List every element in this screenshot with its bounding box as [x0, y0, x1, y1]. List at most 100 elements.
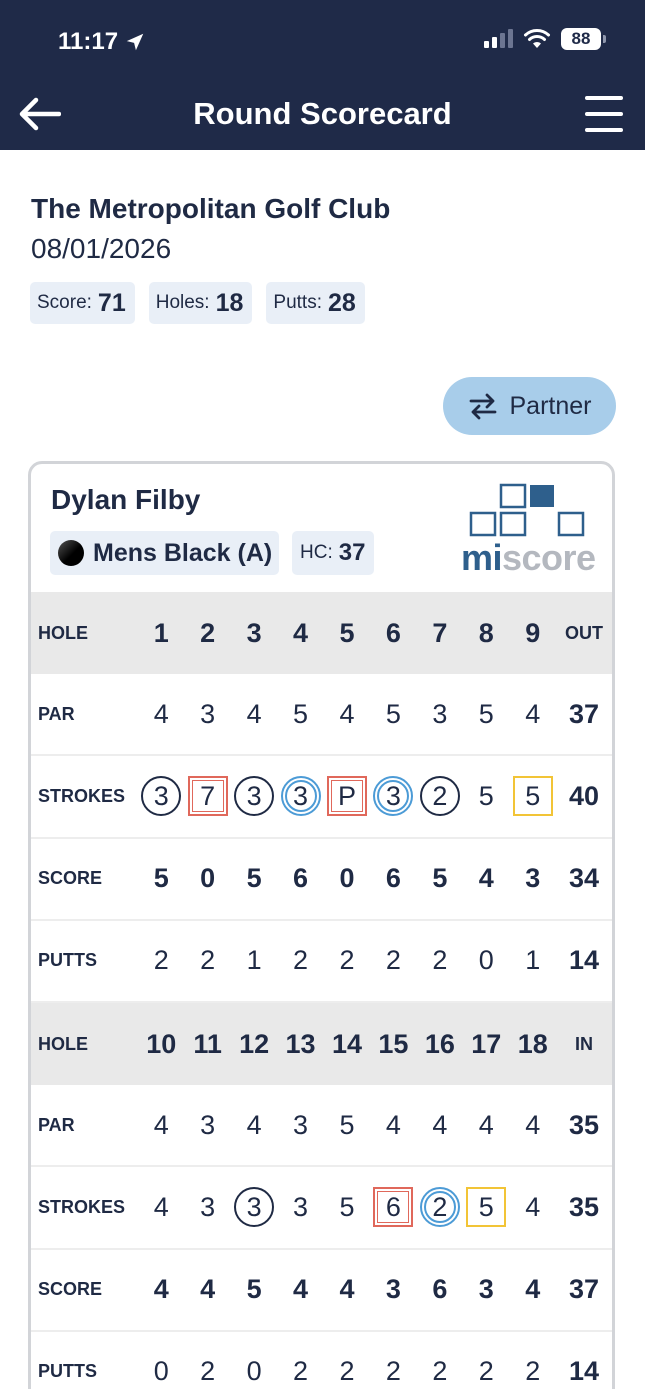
double-bogey-square-mark: 6: [373, 1187, 414, 1228]
par-cell: 4: [385, 1109, 401, 1140]
hole-cells: 020222222: [138, 1348, 556, 1389]
tee-color-icon: [58, 540, 84, 566]
hole-cells: 10 11 12 13 14 15 16 17 18: [138, 1020, 556, 1068]
front-hole-row: HOLE 1 2 3 4 5 6 7 8 9 OUT: [31, 592, 612, 675]
strokes-cell: 5: [339, 1191, 355, 1222]
hole-cells: 445443634: [138, 1266, 556, 1314]
strokes-cell: 3: [200, 1191, 216, 1222]
par-cell: 4: [432, 1109, 448, 1140]
status-time-text: 11:17: [58, 28, 119, 55]
score-chip-label: Score:: [37, 292, 92, 313]
strokes-cell: 4: [153, 1191, 169, 1222]
hole-cell: 5: [339, 617, 355, 648]
par-cell: 4: [153, 1109, 169, 1140]
strokes-cell: 6: [370, 1183, 416, 1231]
scorecard-table: HOLE 1 2 3 4 5 6 7 8 9 OUT PAR 4 3 4 5 4 5 3 5 4 37 STROKES 3 7 3…: [31, 592, 612, 1389]
scorecard-card: Dylan Filby Mens Black (A) HC: 37 miscore…: [28, 461, 615, 1389]
hole-cells: 433356254: [138, 1183, 556, 1231]
club-name: The Metropolitan Golf Club: [31, 193, 391, 224]
hole-cell: 9: [525, 617, 541, 648]
putts-cell: 2: [293, 1356, 309, 1387]
score-cell: 3: [478, 1274, 494, 1305]
miscore-logo-icon: [469, 483, 585, 537]
battery-icon: 88: [561, 28, 606, 50]
hole-cells: 505606543: [138, 855, 556, 903]
hole-cell: 15: [378, 1028, 409, 1059]
handicap-chip: HC: 37: [292, 531, 375, 575]
strokes-total: 40: [568, 780, 600, 811]
putts-cell: 2: [339, 1356, 355, 1387]
logo-text-mi: mi: [461, 537, 503, 578]
score-cell: 4: [478, 863, 494, 894]
front-strokes-row: STROKES 3 7 3 3 P 3 2 5 5 40: [31, 756, 612, 839]
hole-cells: 123456789: [138, 609, 556, 657]
page-title: Round Scorecard: [193, 96, 452, 131]
double-bogey-square-mark: P: [326, 776, 367, 817]
hole-cell: 12: [239, 1028, 270, 1059]
front-score-row: SCORE 5 0 5 6 0 6 5 4 3 34: [31, 839, 612, 921]
row-label: PAR: [38, 703, 75, 724]
row-label: PAR: [38, 1114, 75, 1135]
eagle-double-circle-mark: 3: [280, 776, 321, 817]
par-cell: 4: [478, 1109, 494, 1140]
hole-cells: 3733P3255: [138, 772, 556, 820]
miscore-logo: miscore: [461, 482, 597, 578]
strokes-cell: 3: [293, 1191, 309, 1222]
score-cell: 6: [293, 863, 309, 894]
par-cell: 4: [525, 698, 541, 729]
back-button[interactable]: [18, 92, 62, 136]
partner-button-label: Partner: [509, 391, 592, 420]
score-chip-value: 71: [97, 288, 126, 317]
partner-button[interactable]: Partner: [443, 377, 616, 435]
back-putts-row: PUTTS 0 2 0 2 2 2 2 2 2 14: [31, 1332, 612, 1389]
hole-cell: 17: [471, 1028, 502, 1059]
score-cell: 0: [339, 863, 355, 894]
strokes-value: P: [330, 780, 363, 813]
putts-cell: 2: [385, 945, 401, 976]
strokes-cell: P: [324, 772, 370, 820]
score-chip: Score: 71: [30, 282, 135, 324]
strokes-cell: 3: [370, 772, 416, 820]
battery-level: 88: [571, 29, 591, 48]
arrow-left-icon: [19, 97, 61, 131]
double-bogey-square-mark: 7: [187, 776, 228, 817]
top-bar: 11:17 88 Round Scorecard: [0, 0, 645, 150]
tee-name: Mens Black (A): [93, 538, 273, 567]
holes-chip: Holes: 18: [148, 282, 253, 324]
status-icons: 88: [484, 28, 606, 50]
eagle-double-circle-mark: 2: [419, 1187, 460, 1228]
strokes-cell: 7: [184, 772, 230, 820]
par-total: 37: [568, 698, 600, 729]
score-cell: 5: [432, 863, 448, 894]
back-strokes-row: STROKES 4 3 3 3 5 6 2 5 4 35: [31, 1167, 612, 1250]
hole-cell: 1: [153, 617, 169, 648]
par-cell: 4: [153, 698, 169, 729]
hole-cell: 14: [331, 1028, 362, 1059]
putts-chip-value: 28: [327, 288, 356, 317]
par-cell: 4: [246, 1109, 262, 1140]
strokes-cell: 5: [463, 1183, 509, 1231]
putts-cell: 2: [293, 945, 309, 976]
strokes-cell: 3: [138, 772, 184, 820]
score-cell: 5: [153, 863, 169, 894]
strokes-value: 3: [284, 780, 317, 813]
score-cell: 5: [246, 863, 262, 894]
player-name: Dylan Filby: [51, 484, 201, 515]
row-label: STROKES: [38, 1196, 126, 1217]
putts-cell: 2: [478, 1356, 494, 1387]
putts-cell: 2: [200, 1356, 216, 1387]
hamburger-menu-icon[interactable]: [585, 96, 623, 132]
par-cell: 5: [478, 698, 494, 729]
strokes-value: 7: [191, 780, 224, 813]
putts-cell: 2: [385, 1356, 401, 1387]
par-cell: 5: [339, 1109, 355, 1140]
putts-cell: 1: [525, 945, 541, 976]
strokes-cell: 2: [417, 1183, 463, 1231]
hole-cells: 434545354: [138, 690, 556, 738]
strokes-total: 35: [568, 1191, 600, 1222]
row-label: HOLE: [38, 622, 89, 643]
strokes-cell: 3: [231, 772, 277, 820]
score-cell: 4: [293, 1274, 309, 1305]
logo-text-score: score: [502, 537, 596, 578]
signal-icon: [484, 29, 513, 48]
